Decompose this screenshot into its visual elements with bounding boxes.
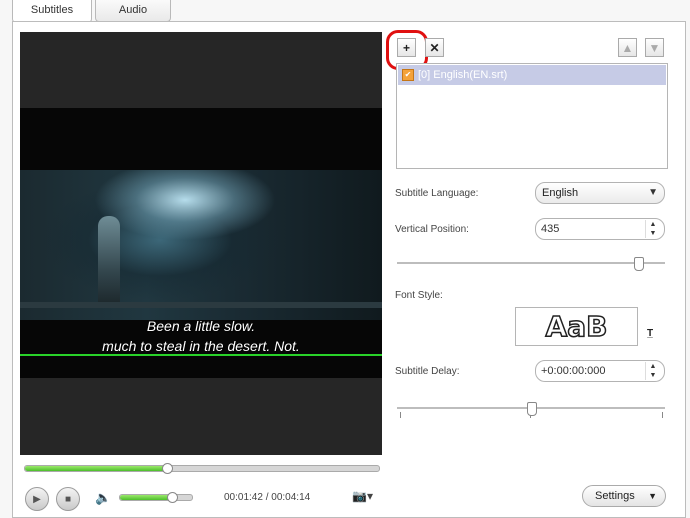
arrow-down-icon[interactable]: ▼	[650, 229, 657, 238]
slider-tick	[662, 412, 663, 418]
subtitle-language-label: Subtitle Language:	[395, 188, 479, 199]
arrow-up-icon[interactable]: ▲	[650, 220, 657, 229]
subtitle-language-select[interactable]: English ▼	[535, 182, 665, 204]
volume-slider[interactable]	[119, 492, 193, 503]
list-item[interactable]: ✔ [0] English(EN.srt)	[398, 65, 666, 85]
seek-bar[interactable]	[24, 463, 380, 474]
subtitle-delay-slider-handle[interactable]	[527, 402, 537, 416]
list-item-label: [0] English(EN.srt)	[418, 69, 508, 81]
subtitle-delay-label: Subtitle Delay:	[395, 366, 460, 377]
subtitle-position-guide	[20, 354, 382, 356]
stop-button[interactable]: ■	[56, 487, 80, 511]
font-preview: AaB	[515, 307, 638, 346]
vertical-position-slider-handle[interactable]	[634, 257, 645, 271]
snapshot-button[interactable]: 📷▾	[352, 489, 373, 503]
arrow-up-icon[interactable]: ▲	[650, 362, 657, 371]
tab-bar: Subtitles Audio	[0, 0, 690, 23]
stop-icon: ■	[64, 493, 72, 505]
camera-icon: 📷	[352, 489, 367, 503]
volume-slider-handle[interactable]	[166, 492, 178, 503]
ledge	[20, 302, 382, 308]
text-style-icon: T̲	[647, 328, 654, 339]
volume-slider-fill	[120, 495, 172, 500]
slider-tick	[400, 412, 401, 418]
video-frame	[20, 170, 382, 320]
play-icon: ▶	[33, 493, 41, 505]
arrow-up-icon: ▲	[621, 40, 634, 55]
subtitle-delay-slider[interactable]	[397, 402, 665, 418]
video-preview: Been a little slow. much to steal in the…	[20, 32, 382, 455]
volume-icon[interactable]: 🔈	[95, 490, 111, 506]
checkbox[interactable]: ✔	[402, 69, 414, 81]
seek-bar-fill	[25, 466, 167, 471]
subtitle-delay-stepper[interactable]: ▲ ▼	[645, 362, 660, 380]
play-button[interactable]: ▶	[25, 487, 49, 511]
seek-bar-handle[interactable]	[161, 463, 173, 474]
vertical-position-field[interactable]: 435 ▲ ▼	[535, 218, 665, 240]
font-style-button[interactable]: T̲	[647, 328, 663, 344]
tab-audio[interactable]: Audio	[95, 0, 171, 22]
chevron-down-icon: ▼	[648, 491, 657, 501]
move-down-button[interactable]: ▼	[645, 38, 664, 57]
move-up-button[interactable]: ▲	[618, 38, 637, 57]
vertical-position-value: 435	[541, 223, 560, 235]
settings-label: Settings	[595, 490, 635, 502]
subtitle-delay-value: +0:00:00:000	[541, 365, 606, 377]
subtitle-line: much to steal in the desert. Not.	[102, 338, 300, 354]
chevron-down-icon: ▼	[648, 187, 658, 198]
remove-subtitle-button[interactable]: ✕	[425, 38, 444, 57]
close-icon: ✕	[429, 40, 440, 55]
arrow-down-icon[interactable]: ▼	[650, 371, 657, 380]
tab-subtitles[interactable]: Subtitles	[12, 0, 92, 23]
subtitle-line: Been a little slow.	[146, 318, 256, 334]
font-preview-text: AaB	[545, 309, 608, 344]
settings-button[interactable]: Settings ▼	[582, 485, 666, 507]
subtitle-delay-field[interactable]: +0:00:00:000 ▲ ▼	[535, 360, 665, 382]
chevron-down-icon: ▾	[366, 489, 373, 503]
time-display: 00:01:42 / 00:04:14	[224, 492, 311, 503]
font-style-label: Font Style:	[395, 290, 443, 301]
vertical-position-label: Vertical Position:	[395, 224, 469, 235]
vertical-position-stepper[interactable]: ▲ ▼	[645, 220, 660, 238]
vertical-position-slider[interactable]	[397, 257, 665, 271]
figure-silhouette	[98, 216, 120, 308]
arrow-down-icon: ▼	[648, 40, 661, 55]
subtitle-language-value: English	[542, 187, 579, 199]
subtitle-list[interactable]: ✔ [0] English(EN.srt)	[396, 63, 668, 169]
